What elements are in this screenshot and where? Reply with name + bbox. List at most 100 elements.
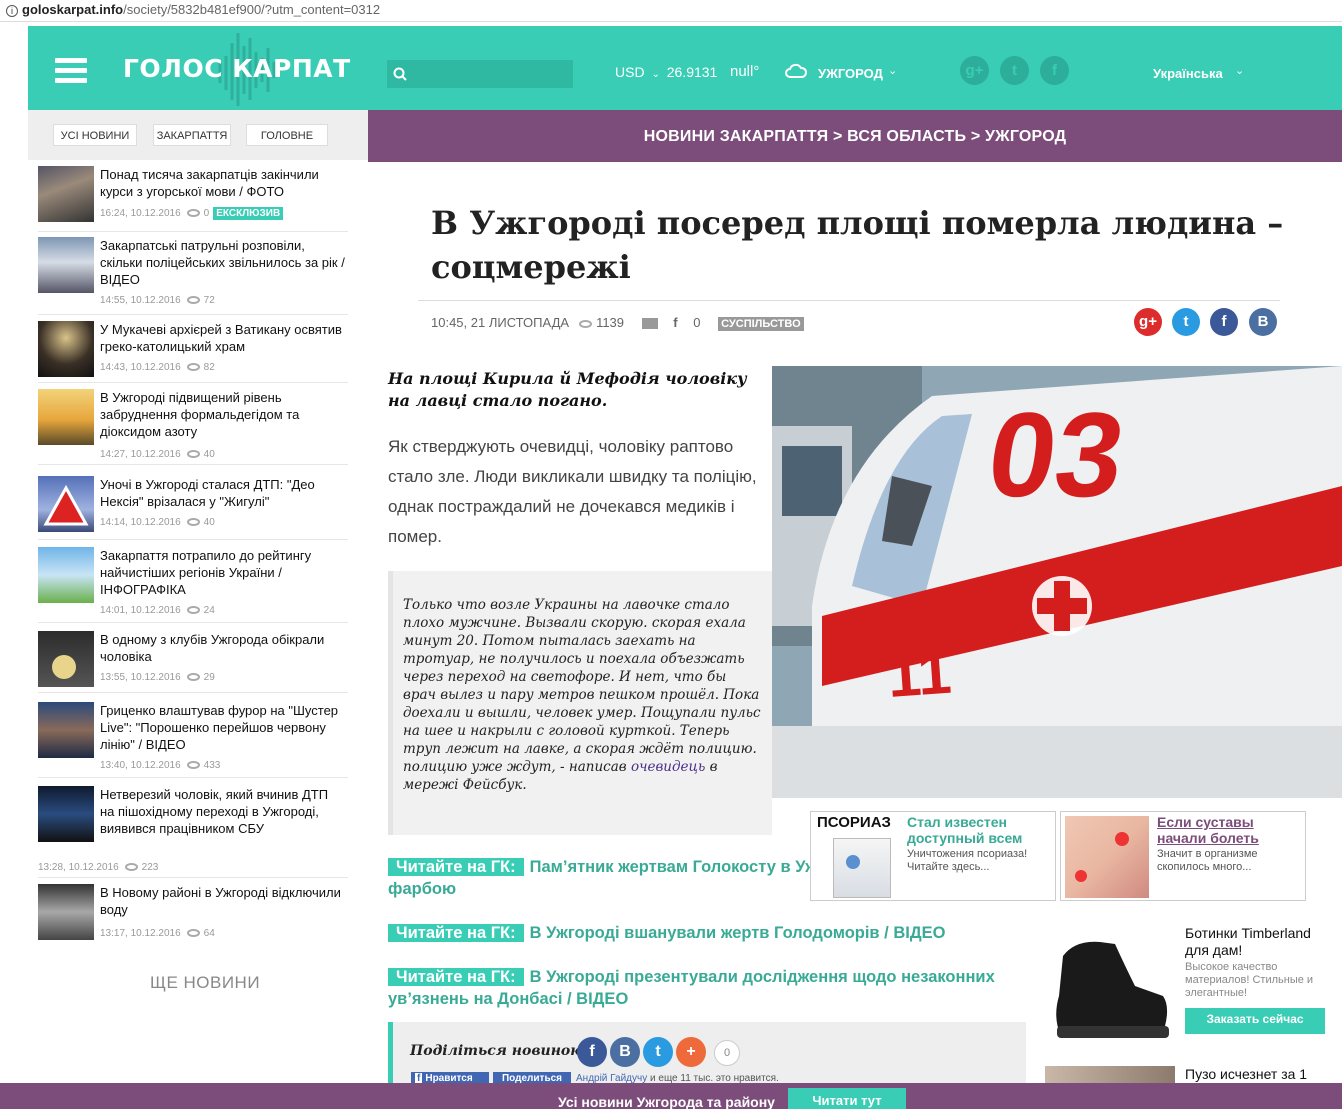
news-thumbnail xyxy=(38,237,94,293)
tab-main[interactable]: ГОЛОВНЕ xyxy=(246,124,328,146)
tab-zakarpattia[interactable]: ЗАКАРПАТТЯ xyxy=(153,124,231,146)
news-thumbnail xyxy=(38,631,94,687)
order-now-button[interactable]: Заказать сейчас xyxy=(1185,1008,1325,1034)
search-input[interactable] xyxy=(387,60,573,88)
address-bar[interactable]: i goloskarpat.info/society/5832b481ef900/… xyxy=(0,0,1342,22)
news-time: 14:55, 10.12.2016 xyxy=(100,295,181,306)
read-also-link[interactable]: Читайте на ГК: В Ужгороді презентували до… xyxy=(388,966,1028,1010)
twitter-share-button[interactable]: t xyxy=(643,1037,673,1067)
news-time: 13:55, 10.12.2016 xyxy=(100,672,181,683)
vk-share-icon[interactable]: B xyxy=(1249,308,1277,336)
news-thumbnail xyxy=(38,166,94,222)
ad-title[interactable]: Ботинки Timberland для дам! xyxy=(1185,925,1335,959)
eyewitness-link[interactable]: очевидець xyxy=(631,759,705,775)
comment-icon[interactable] xyxy=(641,318,658,330)
ad-product-image xyxy=(833,838,891,898)
news-title[interactable]: Уночі в Ужгороді сталася ДТП: "Део Нексі… xyxy=(100,476,346,510)
news-item[interactable]: В одному з клубів Ужгорода обікрали чоло… xyxy=(38,631,348,693)
menu-icon[interactable] xyxy=(55,58,87,84)
news-views: 72 xyxy=(203,295,215,306)
news-item[interactable]: Гриценко влаштував фурор на "Шустер Live… xyxy=(38,702,348,778)
eye-icon xyxy=(186,450,200,459)
news-item[interactable]: В Ужгороді підвищений рівень забруднення… xyxy=(38,389,348,465)
news-title[interactable]: У Мукачеві архієрей з Ватикану освятив г… xyxy=(100,321,346,355)
temperature: null° xyxy=(730,63,760,80)
news-time: 14:43, 10.12.2016 xyxy=(100,362,181,373)
news-meta: 14:27, 10.12.2016 40 xyxy=(100,449,215,460)
eye-icon xyxy=(186,363,200,372)
category-tag[interactable]: СУСПІЛЬСТВО xyxy=(718,317,804,331)
divider xyxy=(418,300,1280,301)
news-item[interactable]: Закарпатські патрульні розповіли, скільк… xyxy=(38,237,348,315)
news-item[interactable]: В Новому районі в Ужгороді відключили во… xyxy=(38,884,348,950)
news-views: 40 xyxy=(203,517,215,528)
ad-subtitle: Значит в организме скопилось много... xyxy=(1157,848,1258,873)
news-time: 13:28, 10.12.2016 xyxy=(38,862,119,873)
vk-share-button[interactable]: B xyxy=(610,1037,640,1067)
news-thumbnail xyxy=(38,884,94,940)
news-thumbnail xyxy=(38,547,94,603)
facebook-icon[interactable]: f xyxy=(673,315,677,330)
feed-tabs: УСІ НОВИНИ ЗАКАРПАТТЯ ГОЛОВНЕ xyxy=(28,110,368,160)
breadcrumb[interactable]: НОВИНИ ЗАКАРПАТТЯ > ВСЯ ОБЛАСТЬ > УЖГОРО… xyxy=(368,110,1342,162)
chevron-down-icon[interactable]: ⌄ xyxy=(1235,64,1244,77)
news-meta: 14:14, 10.12.2016 40 xyxy=(100,517,215,528)
news-views: 0 xyxy=(203,208,210,219)
twitter-icon[interactable]: t xyxy=(1000,56,1029,85)
news-item[interactable]: Закарпаття потрапило до рейтингу найчист… xyxy=(38,547,348,623)
article-title: В Ужгороді посеред площі померла людина … xyxy=(431,204,1284,286)
site-logo[interactable]: ГОЛОС КАРПАТ xyxy=(123,54,351,83)
news-title[interactable]: В одному з клубів Ужгорода обікрали чоло… xyxy=(100,631,346,665)
read-also-link[interactable]: Читайте на ГК: В Ужгороді вшанували жертв… xyxy=(388,922,1028,944)
quote-part: дут, - написав xyxy=(522,759,631,775)
svg-text:11: 11 xyxy=(885,639,953,710)
url-domain: goloskarpat.info xyxy=(22,2,124,17)
city-select[interactable]: УЖГОРОД xyxy=(818,66,883,81)
twitter-share-icon[interactable]: t xyxy=(1172,308,1200,336)
googleplus-share-icon[interactable]: g+ xyxy=(1134,308,1162,336)
currency-value: 26.9131 xyxy=(666,64,718,80)
news-item[interactable]: Уночі в Ужгороді сталася ДТП: "Део Нексі… xyxy=(38,476,348,540)
article-body: Як стверджують очевидці, чоловіку раптов… xyxy=(388,437,757,546)
tab-all-news[interactable]: УСІ НОВИНИ xyxy=(53,124,137,146)
ad-joints[interactable]: Если суставы начали болеть Значит в орга… xyxy=(1060,811,1306,901)
ad-title[interactable]: Пузо исчезнет за 1 xyxy=(1185,1066,1307,1082)
plus-share-button[interactable]: + xyxy=(676,1037,706,1067)
news-title[interactable]: Гриценко влаштував фурор на "Шустер Live… xyxy=(100,702,346,753)
news-views: 223 xyxy=(141,862,159,873)
news-title[interactable]: В Ужгороді підвищений рівень забруднення… xyxy=(100,389,346,440)
news-item[interactable]: Понад тисяча закарпатців закінчили курси… xyxy=(38,166,348,232)
facebook-share-button[interactable]: f xyxy=(577,1037,607,1067)
news-time: 14:14, 10.12.2016 xyxy=(100,517,181,528)
news-title[interactable]: Нетверезий чоловік, який вчинив ДТП на п… xyxy=(100,786,346,837)
article-lead: На площі Кирила й Мефодія чоловіку на ла… xyxy=(388,369,747,410)
currency-rate[interactable]: USD ⌄ 26.9131 xyxy=(615,64,717,80)
news-item[interactable]: У Мукачеві архієрей з Ватикану освятив г… xyxy=(38,321,348,383)
news-title[interactable]: В Новому районі в Ужгороді відключили во… xyxy=(100,884,346,918)
ad-psoriasis[interactable]: ПСОРИАЗ Стал известен доступный всем Уни… xyxy=(810,811,1056,901)
news-meta: 14:43, 10.12.2016 82 xyxy=(100,362,215,373)
more-news-link[interactable]: ЩЕ НОВИНИ xyxy=(150,973,260,993)
news-views: 29 xyxy=(203,672,215,683)
news-title[interactable]: Понад тисяча закарпатців закінчили курси… xyxy=(100,166,346,200)
facebook-share-icon[interactable]: f xyxy=(1210,308,1238,336)
news-title[interactable]: Закарпаття потрапило до рейтингу найчист… xyxy=(100,547,346,598)
chevron-down-icon[interactable]: ⌄ xyxy=(888,64,897,77)
fb-count: 0 xyxy=(693,315,701,330)
ad-boots-image[interactable] xyxy=(1045,926,1175,1046)
read-here-button[interactable]: Читати тут xyxy=(788,1088,906,1109)
currency-label: USD xyxy=(615,64,645,80)
news-title[interactable]: Закарпатські патрульні розповіли, скільк… xyxy=(100,237,346,288)
googleplus-icon[interactable]: g+ xyxy=(960,56,989,85)
news-views: 24 xyxy=(203,605,215,616)
news-item[interactable]: Нетверезий чоловік, який вчинив ДТП на п… xyxy=(38,786,348,878)
news-views: 82 xyxy=(203,362,215,373)
facebook-icon[interactable]: f xyxy=(1040,56,1069,85)
language-select[interactable]: Українська xyxy=(1153,66,1223,81)
news-meta: 14:55, 10.12.2016 72 xyxy=(100,295,215,306)
info-icon[interactable]: i xyxy=(6,5,18,17)
url-path: /society/5832b481ef900/?utm_content=0312 xyxy=(123,2,381,17)
eye-icon xyxy=(186,929,200,938)
news-meta: 16:24, 10.12.2016 0 ЕКСКЛЮЗИВ xyxy=(100,207,284,220)
read-also-label: Читайте на ГК: xyxy=(388,858,524,876)
